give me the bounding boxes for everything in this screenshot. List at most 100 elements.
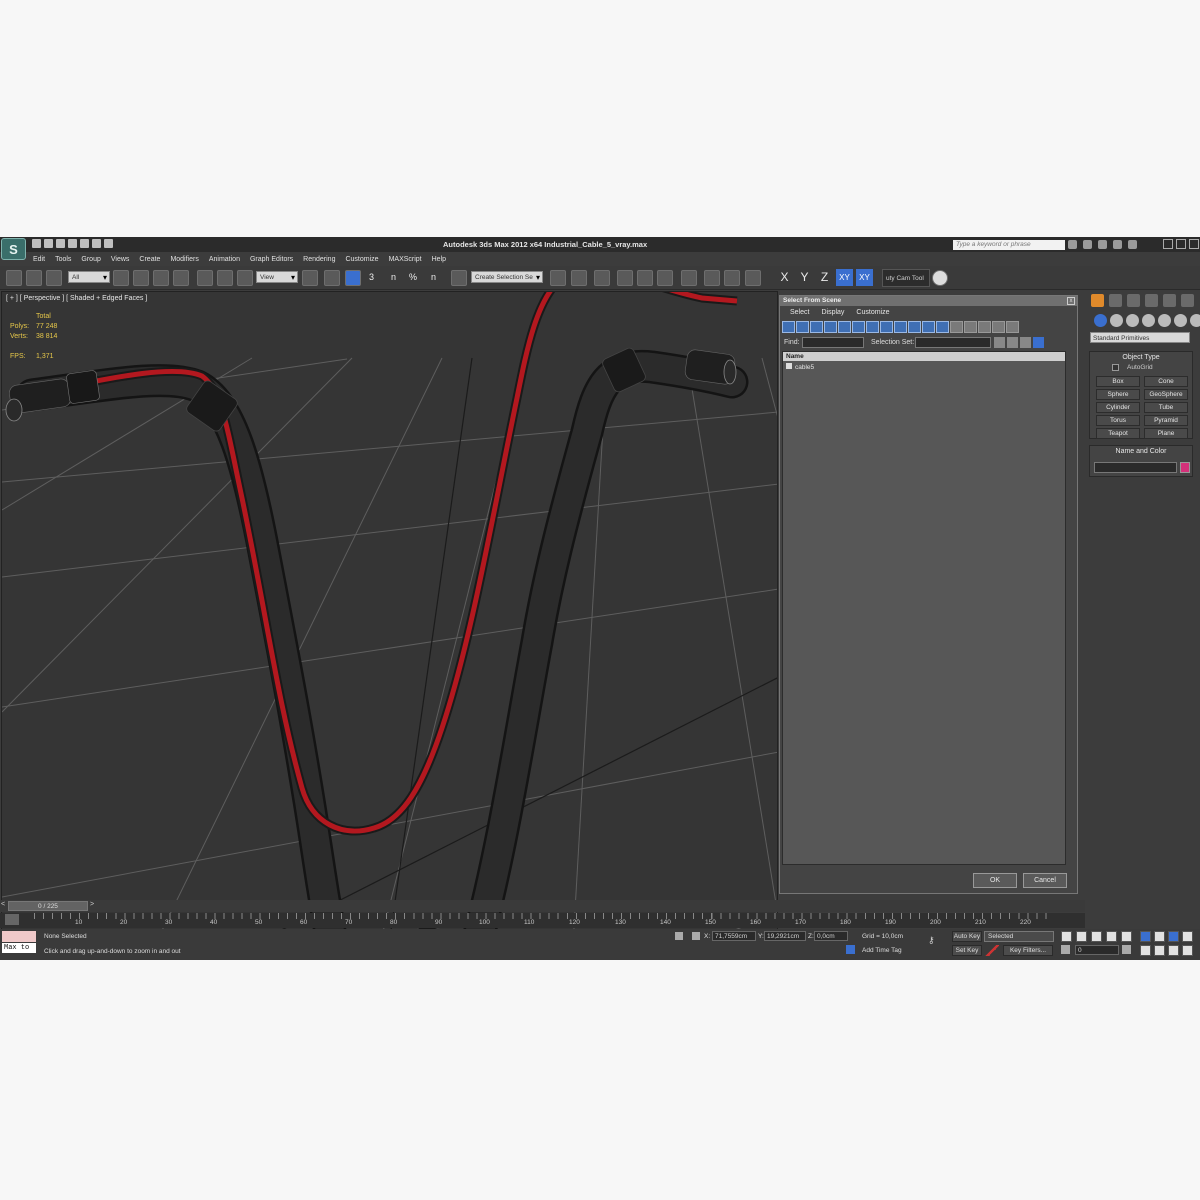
set-key-button[interactable]: Set Key	[952, 945, 982, 956]
column-header-name[interactable]: Name	[783, 352, 1065, 361]
zoom-icon[interactable]	[1140, 931, 1151, 942]
key-mode-toggle-icon[interactable]	[1061, 945, 1070, 954]
object-name-input[interactable]	[1094, 462, 1177, 473]
scene-object-list[interactable]: Name cable5	[782, 351, 1066, 865]
create-tab-icon[interactable]	[1091, 294, 1104, 307]
space-warps-category-icon[interactable]	[1174, 314, 1187, 327]
app-logo-button[interactable]: S	[1, 238, 26, 260]
render-setup-icon[interactable]	[704, 270, 720, 286]
select-and-link-icon[interactable]	[6, 270, 22, 286]
cone-button[interactable]: Cone	[1144, 376, 1188, 387]
plane-button[interactable]: Plane	[1144, 428, 1188, 439]
autogrid-checkbox[interactable]: AutoGrid	[1112, 364, 1153, 371]
play-icon[interactable]	[1091, 931, 1102, 942]
restrict-x-button[interactable]: X	[776, 269, 793, 286]
graphite-toggle-icon[interactable]	[617, 270, 633, 286]
display-space-warps-icon[interactable]	[852, 321, 865, 333]
help-icon[interactable]	[1128, 240, 1137, 249]
hierarchy-tab-icon[interactable]	[1127, 294, 1140, 307]
rotate-icon[interactable]	[217, 270, 233, 286]
pan-icon[interactable]	[1154, 945, 1165, 956]
display-shapes-icon[interactable]	[796, 321, 809, 333]
zoom-extents-all-icon[interactable]	[1182, 931, 1193, 942]
current-frame-field[interactable]: 0	[1075, 945, 1119, 955]
angle-snap-label[interactable]: n	[391, 272, 396, 282]
display-geometry-icon[interactable]	[782, 321, 795, 333]
cylinder-button[interactable]: Cylinder	[1096, 402, 1140, 413]
display-none-icon[interactable]	[964, 321, 977, 333]
ok-button[interactable]: OK	[973, 873, 1017, 888]
dialog-menu-select[interactable]: Select	[780, 307, 815, 319]
named-selection-set-dropdown[interactable]: Create Selection Se	[471, 271, 543, 284]
display-bones-icon[interactable]	[894, 321, 907, 333]
absolute-mode-icon[interactable]	[692, 932, 700, 940]
name-and-color-title[interactable]: Name and Color	[1090, 446, 1192, 457]
cancel-button[interactable]: Cancel	[1023, 873, 1067, 888]
edit-named-selection-icon[interactable]	[451, 270, 467, 286]
select-none-icon[interactable]	[1007, 337, 1018, 348]
sphere-button[interactable]: Sphere	[1096, 389, 1140, 400]
menu-group[interactable]: Group	[76, 254, 105, 266]
display-invert-icon[interactable]	[978, 321, 991, 333]
unlink-selection-icon[interactable]	[26, 270, 42, 286]
selection-filter-dropdown[interactable]: All	[68, 271, 110, 284]
x-coordinate-field[interactable]: 71,7559cm	[712, 931, 756, 941]
select-manipulate-icon[interactable]	[324, 270, 340, 286]
box-button[interactable]: Box	[1096, 376, 1140, 387]
custom-tool-button[interactable]: uty Cam Tool	[882, 269, 930, 287]
zoom-all-icon[interactable]	[1154, 931, 1165, 942]
restrict-plane-cycle-button[interactable]: XY	[856, 269, 873, 286]
dialog-menu-display[interactable]: Display	[815, 307, 850, 319]
material-editor-icon[interactable]	[681, 270, 697, 286]
display-hidden-icon[interactable]	[936, 321, 949, 333]
schematic-view-icon[interactable]	[657, 270, 673, 286]
align-icon[interactable]	[571, 270, 587, 286]
qat-dropdown-icon[interactable]	[104, 239, 113, 248]
restrict-z-button[interactable]: Z	[816, 269, 833, 286]
display-containers-icon[interactable]	[908, 321, 921, 333]
time-slider[interactable]: 0 / 225	[8, 901, 88, 911]
maximize-viewport-icon[interactable]	[1182, 945, 1193, 956]
menu-help[interactable]: Help	[427, 254, 451, 266]
object-type-title[interactable]: Object Type	[1090, 352, 1192, 363]
set-keys-icon[interactable]	[985, 945, 999, 956]
time-prev-button[interactable]: <	[1, 901, 5, 908]
menu-views[interactable]: Views	[106, 254, 135, 266]
go-to-end-icon[interactable]	[1121, 931, 1132, 942]
menu-rendering[interactable]: Rendering	[298, 254, 340, 266]
dialog-menu-customize[interactable]: Customize	[850, 307, 895, 319]
find-input[interactable]	[802, 337, 864, 348]
bind-to-space-warp-icon[interactable]	[46, 270, 62, 286]
dialog-close-button[interactable]: x	[1067, 297, 1075, 305]
layer-manager-icon[interactable]	[594, 270, 610, 286]
filter-icon[interactable]	[992, 321, 1005, 333]
y-coordinate-field[interactable]: 19,2921cm	[764, 931, 806, 941]
key-filters-button[interactable]: Key Filters...	[1003, 945, 1053, 956]
previous-frame-icon[interactable]	[1076, 931, 1087, 942]
menu-graph-editors[interactable]: Graph Editors	[245, 254, 298, 266]
select-invert-icon[interactable]	[1020, 337, 1031, 348]
percent-snap-label[interactable]: %	[409, 272, 417, 282]
reference-coordinate-dropdown[interactable]: View	[256, 271, 298, 284]
spinner-snap-label[interactable]: n	[431, 272, 436, 282]
filter-options-icon[interactable]	[1006, 321, 1019, 333]
favorites-star-icon[interactable]	[1113, 240, 1122, 249]
subscription-icon[interactable]	[1083, 240, 1092, 249]
systems-category-icon[interactable]	[1190, 314, 1200, 327]
key-icon[interactable]: ⚷	[928, 935, 942, 945]
menu-tools[interactable]: Tools	[50, 254, 76, 266]
track-bar[interactable]: 10 20 30 40 50 60 70 80 90 100 110 120 1…	[0, 913, 1085, 928]
sync-selection-icon[interactable]	[1033, 337, 1044, 348]
render-production-icon[interactable]	[745, 270, 761, 286]
cameras-category-icon[interactable]	[1142, 314, 1155, 327]
menu-customize[interactable]: Customize	[340, 254, 383, 266]
lights-category-icon[interactable]	[1126, 314, 1139, 327]
viewport-label[interactable]: [ + ] [ Perspective ] [ Shaded + Edged F…	[6, 295, 147, 302]
scale-icon[interactable]	[237, 270, 253, 286]
torus-button[interactable]: Torus	[1096, 415, 1140, 426]
open-file-icon[interactable]	[44, 239, 53, 248]
undo-icon[interactable]	[68, 239, 77, 248]
minimize-icon[interactable]	[1163, 239, 1173, 249]
auto-key-button[interactable]: Auto Key	[952, 931, 982, 942]
time-next-button[interactable]: >	[90, 901, 94, 908]
